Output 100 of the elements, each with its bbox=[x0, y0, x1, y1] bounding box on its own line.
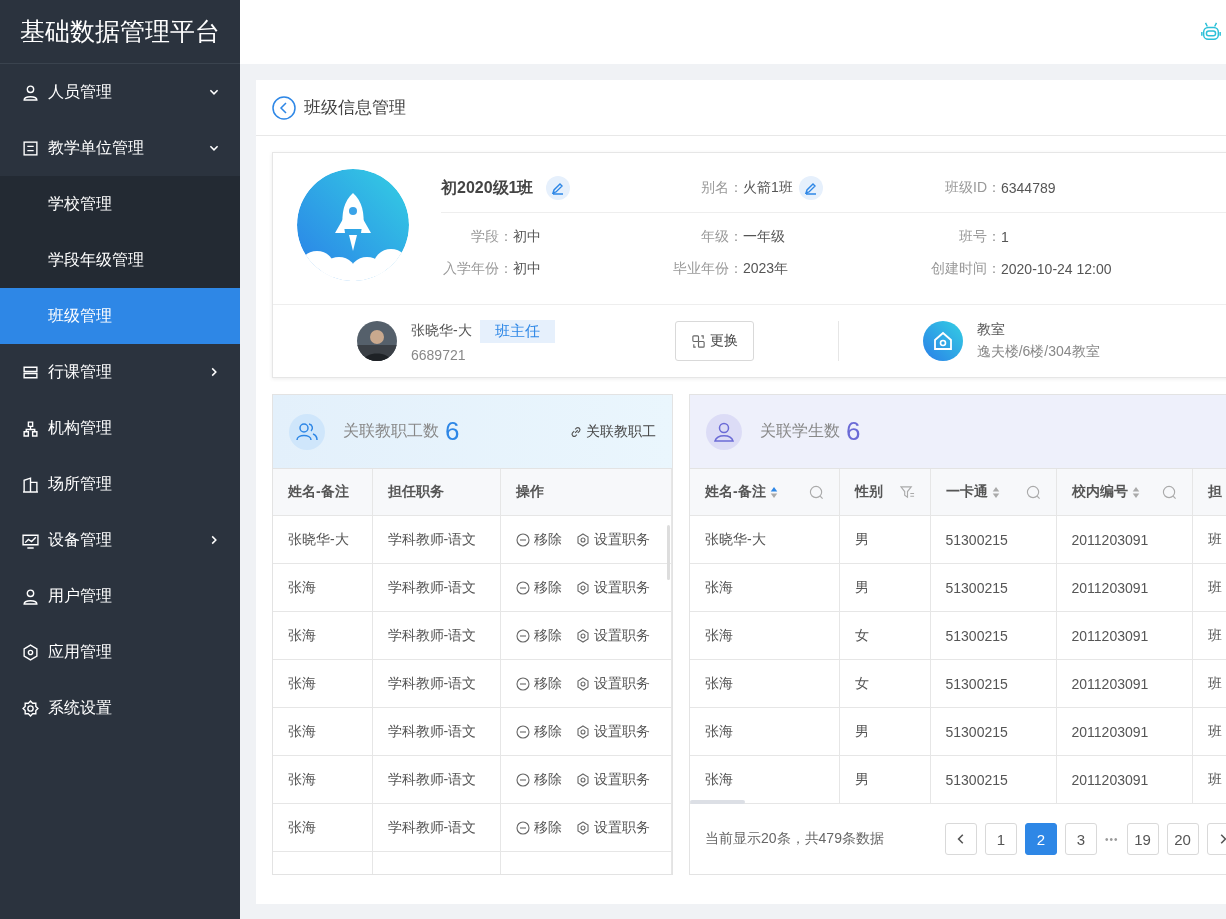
table-cell: 51300215 bbox=[930, 515, 1056, 564]
menu-item[interactable]: 应用管理 bbox=[0, 624, 240, 680]
menu-item[interactable]: 行课管理 bbox=[0, 344, 240, 400]
class-name: 初2020级1班 bbox=[441, 177, 534, 198]
menu-icon bbox=[22, 643, 39, 661]
menu-icon bbox=[22, 587, 39, 605]
prev-page-button[interactable] bbox=[945, 823, 977, 855]
menu-label: 应用管理 bbox=[48, 641, 113, 662]
table-cell: 51300215 bbox=[930, 755, 1056, 804]
page-button[interactable]: 2 bbox=[1025, 823, 1057, 855]
set-role-link[interactable]: 设置职务 bbox=[575, 626, 650, 645]
link-staff-link[interactable]: 关联教职工 bbox=[569, 422, 656, 441]
menu-item[interactable]: 设备管理 bbox=[0, 512, 240, 568]
remove-link[interactable]: 移除 bbox=[515, 674, 562, 693]
menu-icon bbox=[22, 139, 39, 157]
user-icon bbox=[706, 413, 742, 450]
field-value: 初中 bbox=[513, 228, 541, 246]
table-cell: 张海 bbox=[273, 563, 372, 612]
sort-icon[interactable] bbox=[991, 485, 1000, 499]
sort-icon[interactable] bbox=[769, 485, 778, 499]
remove-link[interactable]: 移除 bbox=[515, 722, 562, 741]
table-cell: 张海 bbox=[690, 659, 839, 708]
table-cell: 学科教师-语文 bbox=[372, 563, 500, 612]
submenu-item[interactable]: 学校管理 bbox=[0, 176, 240, 232]
link-icon bbox=[569, 424, 583, 439]
settings-icon bbox=[575, 628, 590, 643]
menu-label: 教学单位管理 bbox=[48, 137, 145, 158]
field-value: 初中 bbox=[513, 260, 541, 278]
page-button[interactable]: 1 bbox=[985, 823, 1017, 855]
swap-icon bbox=[690, 333, 706, 349]
teacher-name: 张晓华-大 bbox=[411, 322, 472, 340]
set-role-link[interactable]: 设置职务 bbox=[575, 578, 650, 597]
edit-icon[interactable] bbox=[545, 176, 570, 200]
settings-icon bbox=[575, 532, 590, 547]
remove-link[interactable]: 移除 bbox=[515, 578, 562, 597]
search-icon[interactable] bbox=[1161, 484, 1177, 500]
table-cell: 张海 bbox=[273, 803, 372, 852]
table-cell: 2011203091 bbox=[1056, 563, 1192, 612]
set-role-link[interactable]: 设置职务 bbox=[575, 770, 650, 789]
table-cell: 张晓华-大 bbox=[690, 515, 839, 564]
menu-label: 系统设置 bbox=[48, 697, 113, 718]
table-cell: 男 bbox=[839, 563, 930, 612]
sort-icon[interactable] bbox=[1131, 485, 1140, 499]
search-icon[interactable] bbox=[808, 484, 824, 500]
set-role-link[interactable]: 设置职务 bbox=[575, 818, 650, 837]
edit-icon[interactable] bbox=[798, 176, 823, 200]
settings-icon bbox=[575, 772, 590, 787]
table-cell: 班 bbox=[1192, 515, 1226, 564]
table-cell: 男 bbox=[839, 755, 930, 804]
users-icon bbox=[289, 413, 325, 450]
table-cell: 51300215 bbox=[930, 611, 1056, 660]
menu-label: 设备管理 bbox=[48, 529, 113, 550]
classroom-label: 教室 bbox=[976, 321, 1006, 339]
table-cell: 2011203091 bbox=[1056, 611, 1192, 660]
set-role-link[interactable]: 设置职务 bbox=[575, 722, 650, 741]
page-button[interactable]: 19 bbox=[1126, 823, 1159, 855]
filter-icon[interactable] bbox=[899, 484, 915, 500]
teacher-number: 6689721 bbox=[411, 346, 467, 363]
change-button[interactable]: 更换 bbox=[674, 321, 754, 361]
table-cell: 女 bbox=[839, 611, 930, 660]
table-cell: 班 bbox=[1192, 707, 1226, 756]
remove-link[interactable]: 移除 bbox=[515, 818, 562, 837]
field-label: 年级： bbox=[700, 228, 743, 246]
menu-label: 场所管理 bbox=[48, 473, 113, 494]
field-label: 入学年份： bbox=[442, 260, 513, 278]
column-header: 性别 bbox=[854, 483, 883, 501]
menu-icon bbox=[22, 363, 39, 381]
field-value: 2023年 bbox=[743, 260, 789, 278]
menu-icon bbox=[22, 531, 39, 549]
remove-link[interactable]: 移除 bbox=[515, 770, 562, 789]
table-cell: 班 bbox=[1192, 755, 1226, 804]
column-header: 姓名-备注 bbox=[273, 469, 372, 516]
back-icon[interactable] bbox=[272, 95, 296, 120]
field-value: 2020-10-24 12:00 bbox=[1001, 261, 1112, 277]
menu-label: 用户管理 bbox=[48, 585, 113, 606]
table-cell: 张海 bbox=[273, 755, 372, 804]
menu-item[interactable]: 系统设置 bbox=[0, 680, 240, 736]
page-button[interactable]: 3 bbox=[1065, 823, 1097, 855]
set-role-link[interactable]: 设置职务 bbox=[575, 530, 650, 549]
search-icon[interactable] bbox=[1025, 484, 1041, 500]
menu-item[interactable]: 人员管理 bbox=[0, 64, 240, 120]
column-header: 操作 bbox=[500, 469, 672, 516]
menu-item[interactable]: 用户管理 bbox=[0, 568, 240, 624]
menu-item[interactable]: 机构管理 bbox=[0, 400, 240, 456]
table-cell: 男 bbox=[839, 515, 930, 564]
submenu-item[interactable]: 班级管理 bbox=[0, 288, 240, 344]
classroom-location: 逸夫楼/6楼/304教室 bbox=[976, 343, 1100, 361]
robot-icon[interactable] bbox=[1200, 21, 1222, 43]
remove-link[interactable]: 移除 bbox=[515, 626, 562, 645]
submenu-item[interactable]: 学段年级管理 bbox=[0, 232, 240, 288]
remove-link[interactable]: 移除 bbox=[515, 530, 562, 549]
scrollbar[interactable] bbox=[690, 800, 745, 804]
set-role-link[interactable]: 设置职务 bbox=[575, 674, 650, 693]
table-cell: 2011203091 bbox=[1056, 515, 1192, 564]
menu-item[interactable]: 教学单位管理 bbox=[0, 120, 240, 176]
page-button[interactable]: 20 bbox=[1166, 823, 1199, 855]
pagination-summary: 当前显示20条，共479条数据 bbox=[705, 830, 885, 848]
table-cell: 张海 bbox=[273, 707, 372, 756]
table-cell: 51300215 bbox=[930, 659, 1056, 708]
menu-item[interactable]: 场所管理 bbox=[0, 456, 240, 512]
